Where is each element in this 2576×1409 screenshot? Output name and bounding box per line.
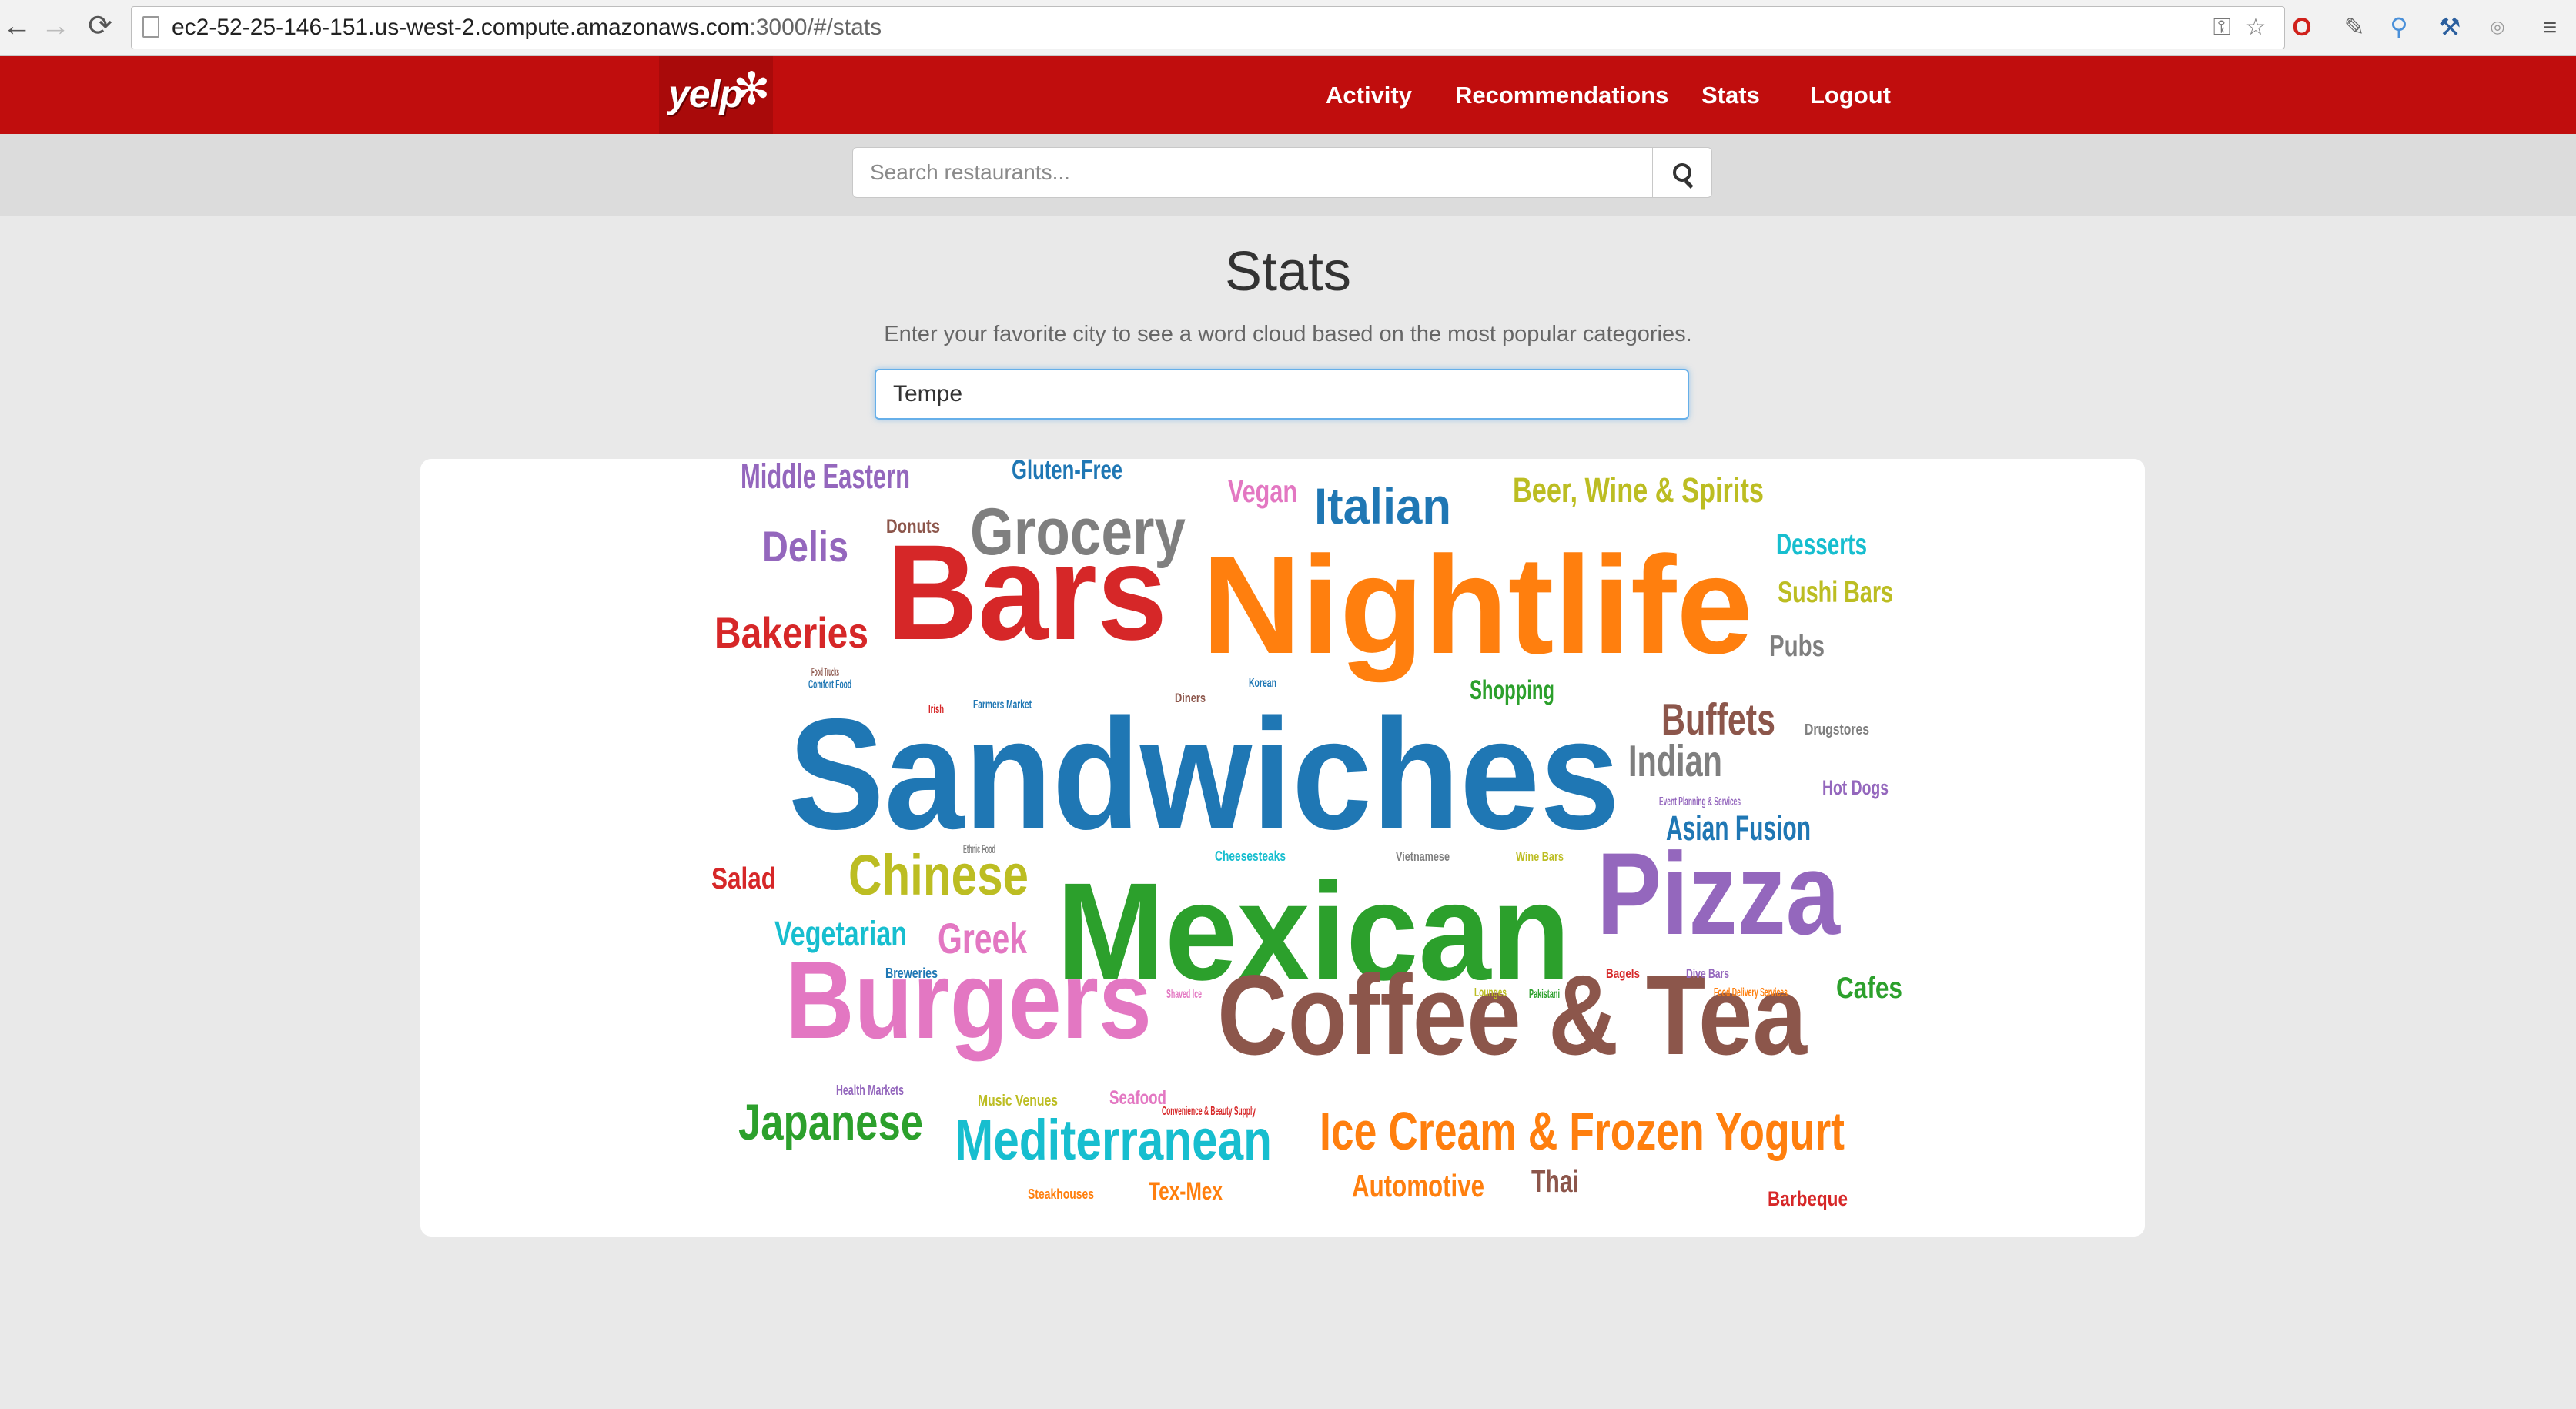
cloud-word: Thai (1531, 1163, 1579, 1199)
yelp-burst-icon: ✻ (733, 64, 771, 114)
cloud-word: Bagels (1606, 967, 1640, 981)
cloud-word: Health Markets (836, 1082, 904, 1098)
cloud-word: Shaved Ice (1166, 988, 1202, 1001)
url-text: ec2-52-25-146-151.us-west-2.compute.amaz… (172, 15, 882, 40)
cloud-word: Vegan (1228, 474, 1297, 509)
nav-recommendations[interactable]: Recommendations (1455, 56, 1668, 134)
cloud-word: Pakistani (1529, 988, 1560, 1001)
cloud-word: Tex-Mex (1149, 1176, 1223, 1205)
cloud-word: Sandwiches (788, 686, 1620, 862)
cloud-word: Sushi Bars (1778, 576, 1893, 609)
cloud-word: Japanese (738, 1094, 923, 1150)
forward-arrow-icon[interactable]: → (38, 9, 72, 43)
nav-stats[interactable]: Stats (1701, 56, 1760, 134)
cloud-word: Comfort Food (808, 678, 851, 691)
top-navbar: yelp ✻ Activity Recommendations Stats Lo… (0, 56, 2576, 134)
eyedropper-extension-icon[interactable]: ✎ (2337, 10, 2371, 44)
bookmark-star-icon[interactable]: ☆ (2243, 15, 2269, 41)
cloud-word: Asian Fusion (1666, 808, 1811, 848)
cloud-word: Pizza (1597, 829, 1841, 959)
cloud-word: Lounges (1474, 986, 1507, 999)
cloud-word: Ice Cream & Frozen Yogurt (1320, 1101, 1845, 1161)
cloud-word: Salad (711, 862, 776, 895)
nav-logout[interactable]: Logout (1810, 56, 1891, 134)
cloud-word: Grocery (970, 495, 1186, 569)
cloud-word: Italian (1314, 478, 1451, 534)
logo-text: yelp (668, 72, 743, 115)
cloud-word: Shopping (1470, 675, 1554, 705)
magnifier-extension-icon[interactable]: ⚲ (2382, 10, 2416, 44)
page-icon (142, 16, 159, 38)
cloud-word: Beer, Wine & Spirits (1513, 470, 1764, 510)
cloud-word: Donuts (886, 517, 940, 537)
tools-extension-icon[interactable]: ⚒ (2433, 10, 2467, 44)
nav-activity[interactable]: Activity (1326, 56, 1412, 134)
cloud-word: Ethnic Food (963, 843, 995, 856)
search-bar-strip (0, 134, 2576, 216)
cloud-word: Drugstores (1805, 721, 1869, 738)
cloud-word: Food Delivery Services (1714, 986, 1788, 999)
cloud-word: Event Planning & Services (1659, 795, 1741, 808)
opera-extension-icon[interactable]: O (2285, 10, 2319, 44)
cloud-word: Indian (1628, 737, 1722, 786)
search-input[interactable] (852, 147, 1653, 198)
search-icon (1673, 163, 1691, 182)
page-title: Stats (1224, 241, 1352, 303)
cloud-word: Cheesesteaks (1215, 848, 1286, 864)
cloud-word: Gluten-Free (1012, 459, 1122, 485)
cloud-word: Diners (1175, 691, 1206, 705)
address-bar[interactable]: ec2-52-25-146-151.us-west-2.compute.amaz… (131, 6, 2285, 49)
word-cloud-panel: Sandwiches Nightlife Mexican Bars Pizza Coffe… (420, 459, 2145, 1237)
word-cloud: SandwichesNightlifeMexicanBarsPizzaCoffe… (711, 459, 1902, 1210)
cloud-word: Korean (1249, 677, 1276, 690)
cloud-word: Middle Eastern (741, 459, 910, 496)
cloud-word: Vegetarian (774, 914, 907, 953)
cloud-word: Steakhouses (1028, 1186, 1094, 1202)
cloud-word: Irish (928, 703, 944, 716)
cloud-word: Vietnamese (1396, 850, 1450, 864)
yelp-logo[interactable]: yelp ✻ (659, 56, 773, 134)
cloud-word: Desserts (1776, 528, 1867, 561)
back-arrow-icon[interactable]: ← (0, 9, 34, 43)
cloud-word: Nightlife (1202, 528, 1753, 683)
cloud-word: Music Venues (978, 1092, 1058, 1109)
cloud-word: Wine Bars (1516, 850, 1564, 864)
cloud-word: Food Trucks (811, 666, 839, 679)
cloud-word: Convenience & Beauty Supply (1162, 1105, 1256, 1118)
cloud-word: Hot Dogs (1822, 776, 1889, 799)
reload-icon[interactable]: ⟳ (83, 9, 117, 43)
cloud-word: Greek (938, 915, 1027, 962)
key-icon[interactable]: ⚿ (2209, 15, 2235, 41)
cloud-word: Dive Bars (1686, 967, 1729, 981)
cloud-word: Automotive (1352, 1168, 1484, 1203)
cloud-word: Chinese (848, 843, 1029, 907)
city-input[interactable] (875, 369, 1689, 420)
wappalyzer-extension-icon[interactable]: ◎ (2481, 10, 2514, 44)
cloud-word: Barbeque (1768, 1187, 1848, 1210)
cloud-word: Seafood (1109, 1088, 1166, 1109)
cloud-word: Delis (762, 523, 848, 571)
cloud-word: Farmers Market (973, 698, 1032, 711)
menu-icon[interactable]: ≡ (2533, 10, 2567, 44)
cloud-word: Bakeries (714, 609, 868, 657)
search-button[interactable] (1652, 147, 1712, 198)
page-subtitle: Enter your favorite city to see a word c… (884, 322, 1692, 346)
cloud-word: Breweries (885, 965, 938, 981)
cloud-word: Pubs (1769, 630, 1825, 663)
cloud-word: Cafes (1836, 972, 1902, 1005)
browser-toolbar: ← → ⟳ ec2-52-25-146-151.us-west-2.comput… (0, 0, 2576, 56)
